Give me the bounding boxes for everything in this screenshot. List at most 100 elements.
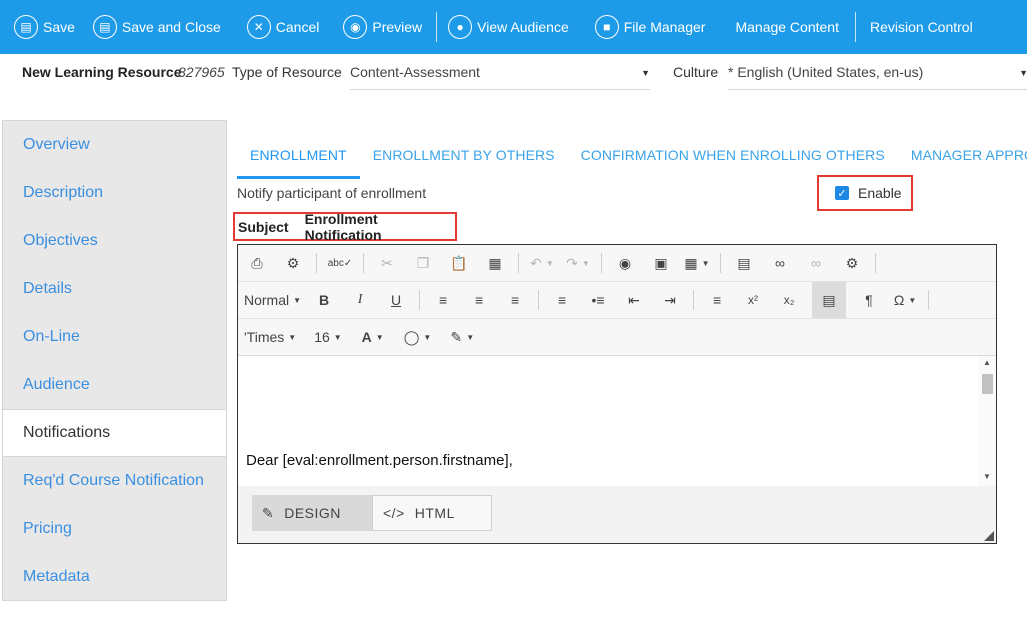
redo-icon[interactable]: ↷ ▼ xyxy=(565,250,591,276)
underline-icon[interactable]: U xyxy=(383,287,409,313)
toolbar-divider xyxy=(419,290,421,310)
sidebar-item-notifications[interactable]: Notifications xyxy=(3,409,226,457)
design-mode-tab[interactable]: ✎ DESIGN xyxy=(252,495,372,531)
gear-icon[interactable]: ⚙ xyxy=(280,250,306,276)
toolbar-divider xyxy=(436,12,438,42)
font-family-dropdown[interactable]: 'Times ▼ xyxy=(244,324,296,350)
editor-toolbar-row-3: 'Times ▼ 16 ▼ A ▼ ◯ ▼ ✎ ▼ xyxy=(238,319,996,356)
rich-text-editor: ⎙ ⚙ abc✓ ✂ ❐ 📋 ▦ ↶ ▼ ↷ ▼ ◉ ▣ ▦ ▼ ▤ ∞ ∞ ⚙ No… xyxy=(237,244,997,544)
editor-scrollbar[interactable]: ▲ ▼ xyxy=(978,356,996,486)
bold-icon[interactable]: B xyxy=(311,287,337,313)
editor-footer: ✎ DESIGN </> HTML xyxy=(238,486,996,543)
bulleted-list-icon[interactable]: •≡ xyxy=(585,287,611,313)
manage-content-button[interactable]: Manage Content xyxy=(735,0,839,54)
sidebar-item-overview[interactable]: Overview xyxy=(3,121,226,169)
align-center-icon[interactable]: ≡ xyxy=(466,287,492,313)
scroll-up-icon[interactable]: ▲ xyxy=(983,358,991,367)
unlink-icon[interactable]: ∞ xyxy=(803,250,829,276)
type-select[interactable]: Content-Assessment ▼ xyxy=(350,58,650,90)
view-audience-button[interactable]: ● View Audience xyxy=(448,0,569,54)
select-all-icon[interactable]: ▦ xyxy=(482,250,508,276)
resize-handle[interactable] xyxy=(984,531,994,541)
paragraph-mark-icon[interactable]: ¶ xyxy=(856,287,882,313)
save-close-icon: ▤ xyxy=(92,15,117,39)
action-toolbar: ▤ Save ▤ Save and Close ✕ Cancel ◉ Previ… xyxy=(0,0,1027,54)
undo-icon[interactable]: ↶ ▼ xyxy=(529,250,555,276)
editor-toolbar-row-1: ⎙ ⚙ abc✓ ✂ ❐ 📋 ▦ ↶ ▼ ↷ ▼ ◉ ▣ ▦ ▼ ▤ ∞ ∞ ⚙ xyxy=(238,245,996,282)
settings-icon[interactable]: ⚙ xyxy=(839,250,865,276)
sidebar-item-metadata[interactable]: Metadata xyxy=(3,553,226,601)
indent-icon[interactable]: ⇥ xyxy=(657,287,683,313)
notification-tabs: ENROLLMENT ENROLLMENT BY OTHERS CONFIRMA… xyxy=(237,133,1027,179)
copy-icon[interactable]: ❐ xyxy=(410,250,436,276)
tab-enrollment-by-others[interactable]: ENROLLMENT BY OTHERS xyxy=(360,133,568,179)
save-icon: ▤ xyxy=(14,15,38,39)
tab-enrollment[interactable]: ENROLLMENT xyxy=(237,133,360,179)
sidebar-item-pricing[interactable]: Pricing xyxy=(3,505,226,553)
revision-control-button[interactable]: Revision Control xyxy=(870,0,973,54)
audience-icon: ● xyxy=(448,15,473,39)
save-and-close-button[interactable]: ▤ Save and Close xyxy=(92,0,221,54)
pencil-icon: ✎ xyxy=(262,504,275,521)
subject-value[interactable]: Enrollment Notification xyxy=(305,211,455,243)
enable-checkbox[interactable]: ✓ Enable xyxy=(817,175,913,211)
format-stripper-icon[interactable]: ▤ xyxy=(812,282,847,318)
align-left-icon[interactable]: ≡ xyxy=(430,287,456,313)
cut-icon[interactable]: ✂ xyxy=(374,250,400,276)
toolbar-divider xyxy=(316,253,317,273)
close-icon: ✕ xyxy=(246,15,271,39)
sidebar-item-details[interactable]: Details xyxy=(3,265,226,313)
superscript-icon[interactable]: x² xyxy=(740,287,766,313)
font-size-dropdown[interactable]: 16 ▼ xyxy=(314,324,342,350)
toolbar-divider xyxy=(720,253,721,273)
sidebar-item-online[interactable]: On-Line xyxy=(3,313,226,361)
sidebar-item-description[interactable]: Description xyxy=(3,169,226,217)
preview-button[interactable]: ◉ Preview xyxy=(343,0,422,54)
editor-toolbar-row-2: Normal ▼ B I U ≡ ≡ ≡ ≡ •≡ ⇤ ⇥ ≡ x² x₂ ▤ ¶… xyxy=(238,282,996,319)
align-right-icon[interactable]: ≡ xyxy=(502,287,528,313)
italic-icon[interactable]: I xyxy=(347,287,373,313)
find-icon[interactable]: ◉ xyxy=(612,250,638,276)
checkmark-icon: ✓ xyxy=(835,186,849,200)
folder-icon: ■ xyxy=(594,15,619,39)
cancel-button[interactable]: ✕ Cancel xyxy=(246,0,319,54)
paragraph-format-dropdown[interactable]: Normal ▼ xyxy=(244,287,301,313)
sidebar-item-reqd-course-notification[interactable]: Req'd Course Notification xyxy=(3,457,226,505)
document-manager-icon[interactable]: ▤ xyxy=(731,250,757,276)
chevron-down-icon: ▼ xyxy=(641,68,650,78)
tab-confirmation-enrolling-others[interactable]: CONFIRMATION WHEN ENROLLING OTHERS xyxy=(568,133,898,179)
link-icon[interactable]: ∞ xyxy=(767,250,793,276)
resource-header: New Learning Resource 827965 Type of Res… xyxy=(0,54,1027,118)
table-icon[interactable]: ▦ ▼ xyxy=(684,250,710,276)
toolbar-divider xyxy=(693,290,695,310)
fill-color-icon[interactable]: ◯ ▼ xyxy=(404,324,432,350)
save-button[interactable]: ▤ Save xyxy=(14,0,75,54)
code-icon: </> xyxy=(383,505,405,521)
tab-manager-approved[interactable]: MANAGER APPROVED xyxy=(898,133,1027,179)
type-label: Type of Resource xyxy=(232,64,342,80)
scroll-down-icon[interactable]: ▼ xyxy=(983,472,991,481)
editor-content-area[interactable]: Dear [eval:enrollment.person.firstname], xyxy=(238,356,978,486)
culture-select[interactable]: * English (United States, en-us) ▼ xyxy=(728,58,1027,90)
resource-id: 827965 xyxy=(178,64,225,80)
brush-icon[interactable]: ✎ ▼ xyxy=(449,324,475,350)
spellcheck-icon[interactable]: abc✓ xyxy=(327,250,353,276)
outdent-icon[interactable]: ⇤ xyxy=(621,287,647,313)
scroll-thumb[interactable] xyxy=(982,374,993,394)
subscript-icon[interactable]: x₂ xyxy=(776,287,802,313)
toolbar-divider xyxy=(518,253,519,273)
toolbar-divider xyxy=(363,253,364,273)
paste-icon[interactable]: 📋 xyxy=(446,250,472,276)
toolbar-divider xyxy=(854,12,856,42)
font-color-dropdown[interactable]: A ▼ xyxy=(360,324,386,350)
omega-icon[interactable]: Ω ▼ xyxy=(892,287,918,313)
line-height-icon[interactable]: ≡ xyxy=(704,287,730,313)
print-icon[interactable]: ⎙ xyxy=(244,250,270,276)
numbered-list-icon[interactable]: ≡ xyxy=(549,287,575,313)
html-mode-tab[interactable]: </> HTML xyxy=(372,495,492,531)
eye-icon: ◉ xyxy=(343,15,368,39)
image-icon[interactable]: ▣ xyxy=(648,250,674,276)
file-manager-button[interactable]: ■ File Manager xyxy=(594,0,705,54)
sidebar-item-objectives[interactable]: Objectives xyxy=(3,217,226,265)
sidebar-item-audience[interactable]: Audience xyxy=(3,361,226,409)
